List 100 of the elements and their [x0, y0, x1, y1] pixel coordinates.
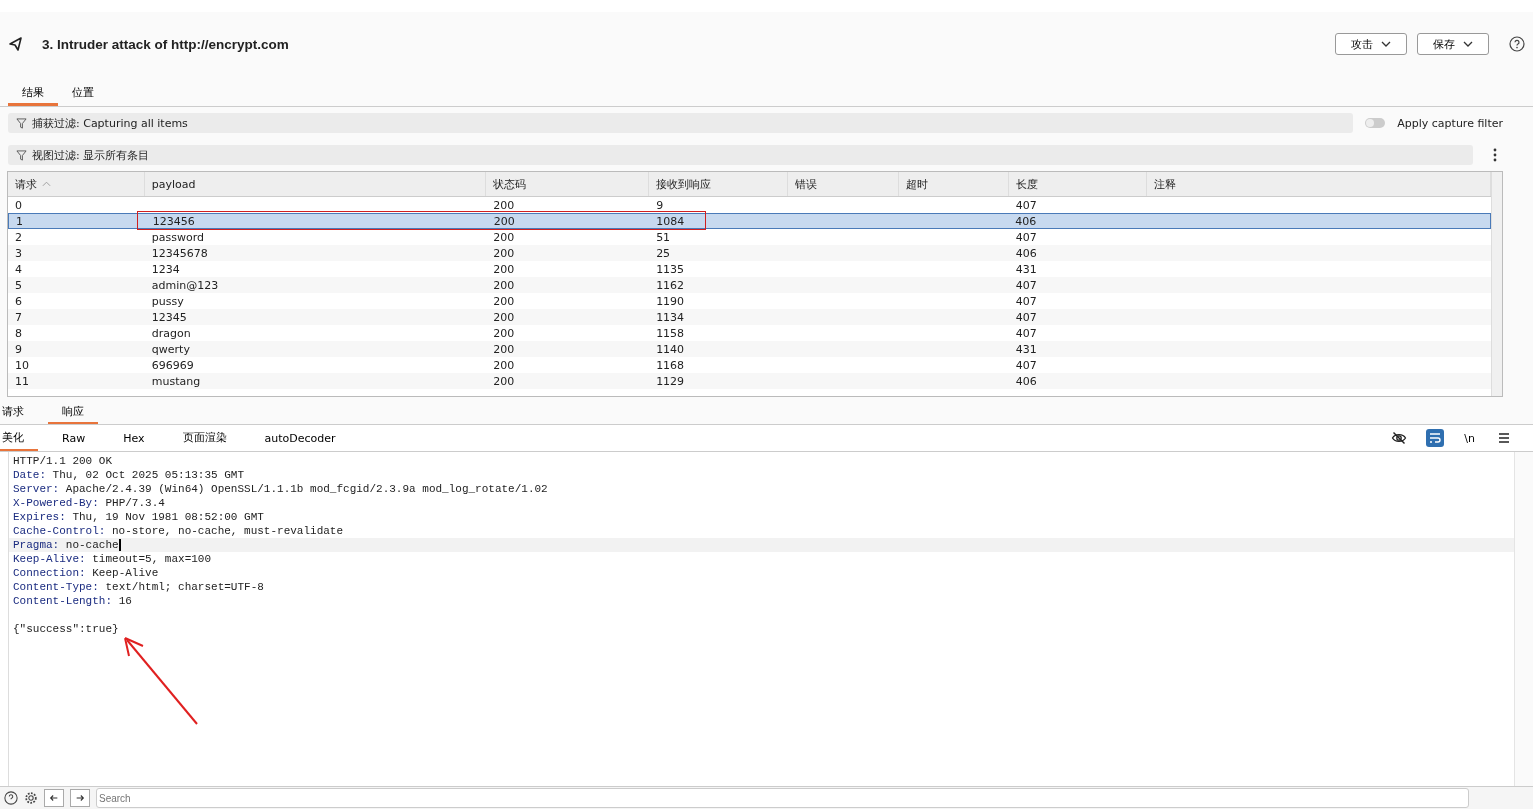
tab[interactable]: 页面渲染 [180, 430, 241, 451]
help-icon[interactable] [1509, 36, 1525, 52]
table-cell: 51 [656, 230, 671, 244]
table-row[interactable]: 9 qwerty 200 1140 431 [8, 341, 1491, 357]
table-cell: 10 [15, 358, 29, 372]
wrap-lines-icon[interactable] [1426, 429, 1445, 447]
newline-toggle[interactable]: \n [1462, 431, 1477, 445]
column-header[interactable]: 超时 [898, 172, 1009, 196]
table-cell: 25 [656, 246, 671, 260]
table-cell: 406 [1015, 246, 1037, 260]
table-cell: 4 [15, 262, 22, 276]
table-row[interactable]: 8 dragon 200 1158 407 [8, 325, 1491, 341]
table-row[interactable]: 4 1234 200 1135 431 [8, 261, 1491, 277]
code-line: Keep-Alive: timeout=5, max=100 [13, 552, 212, 566]
scrollbar[interactable] [1491, 172, 1502, 396]
table-row[interactable]: 7 12345 200 1134 407 [8, 309, 1491, 325]
code-line: HTTP/1.1 200 OK [13, 454, 113, 468]
tab[interactable]: 结果 [8, 84, 58, 106]
column-header[interactable]: 长度 [1008, 172, 1148, 196]
table-cell: 431 [1015, 262, 1037, 276]
table-cell: 200 [493, 246, 515, 260]
table-row[interactable]: 5 admin@123 200 1162 407 [8, 277, 1491, 293]
table-cell: 7 [15, 310, 22, 324]
table-cell: 1190 [656, 294, 685, 308]
back-button[interactable] [44, 789, 64, 807]
left-arrow-icon [49, 793, 59, 803]
tab[interactable]: 位置 [58, 84, 108, 106]
code-line: Connection: Keep-Alive [13, 566, 159, 580]
code-line: {"success":true} [13, 622, 119, 636]
table-row[interactable]: 11 mustang 200 1129 406 [8, 373, 1491, 389]
tab[interactable]: Hex [121, 432, 159, 451]
table-cell: admin@123 [151, 278, 219, 292]
window-title: 3. Intruder attack of http://encrypt.com [42, 36, 289, 52]
filter-icon [16, 149, 27, 161]
column-header[interactable]: 请求 [8, 172, 145, 196]
toggle-label: Apply capture filter [1397, 116, 1503, 130]
settings-icon[interactable] [24, 791, 38, 805]
table-cell: 3 [15, 246, 22, 260]
view-filter-bar[interactable]: 视图过滤: 显示所有条目 [8, 145, 1473, 165]
send-icon [8, 36, 24, 52]
table-cell: mustang [151, 374, 201, 388]
table-row[interactable]: 3 12345678 200 25 406 [8, 245, 1491, 261]
more-options-icon[interactable] [1493, 148, 1497, 162]
tab[interactable]: 请求 [0, 404, 38, 424]
table-row[interactable]: 2 password 200 51 407 [8, 229, 1491, 245]
table-cell: 1162 [656, 278, 685, 292]
scrollbar[interactable] [1514, 452, 1533, 786]
toggle-switch[interactable] [1365, 118, 1386, 128]
capture-filter-bar[interactable]: 捕获过滤: Capturing all items [8, 113, 1354, 133]
table-cell: 9 [656, 198, 664, 212]
filter-label: 视图过滤: 显示所有条目 [32, 147, 150, 163]
table-cell: 200 [493, 374, 515, 388]
table-row[interactable]: 0 200 9 407 [8, 197, 1491, 213]
table-row[interactable]: 1 123456 200 1084 406 [8, 213, 1491, 229]
table-row[interactable]: 6 pussy 200 1190 407 [8, 293, 1491, 309]
table-cell: 11 [15, 374, 29, 388]
table-cell: 407 [1015, 198, 1037, 212]
tab[interactable]: Raw [60, 432, 100, 451]
table-cell: 1134 [656, 310, 685, 324]
table-cell: 1135 [656, 262, 685, 276]
column-header[interactable]: payload [144, 172, 487, 196]
table-cell: 0 [15, 198, 22, 212]
table-cell: 12345 [151, 310, 187, 324]
table-row[interactable]: 10 696969 200 1168 407 [8, 357, 1491, 373]
table-cell: 1129 [656, 374, 685, 388]
right-arrow-icon [75, 793, 85, 803]
search-field[interactable]: Search [96, 788, 1469, 808]
forward-button[interactable] [70, 789, 90, 807]
table-cell: 200 [493, 230, 515, 244]
table-cell: 407 [1015, 278, 1037, 292]
tab[interactable]: autoDecoder [262, 432, 350, 451]
table-cell: 431 [1015, 342, 1037, 356]
dropdown-button[interactable]: 攻击 [1335, 33, 1407, 55]
table-cell: 696969 [151, 358, 194, 372]
table-cell: 12345678 [151, 246, 208, 260]
table-cell: 407 [1015, 230, 1037, 244]
help-icon[interactable] [4, 791, 18, 805]
column-header[interactable]: 错误 [787, 172, 899, 196]
filter-label: 捕获过滤: Capturing all items [32, 115, 188, 131]
column-header[interactable]: 接收到响应 [649, 172, 788, 196]
table-cell: 200 [493, 214, 515, 228]
table-cell: 1158 [656, 326, 685, 340]
column-header[interactable]: 状态码 [486, 172, 650, 196]
filter-icon [16, 117, 27, 129]
table-cell: 1168 [656, 358, 685, 372]
table-cell: dragon [151, 326, 191, 340]
table-cell: 200 [493, 326, 515, 340]
dropdown-button[interactable]: 保存 [1417, 33, 1489, 55]
table-cell: 407 [1015, 294, 1037, 308]
table-cell: 123456 [152, 214, 195, 228]
code-line: Expires: Thu, 19 Nov 1981 08:52:00 GMT [13, 510, 264, 524]
table-cell: 200 [493, 358, 515, 372]
code-line: X-Powered-By: PHP/7.3.4 [13, 496, 165, 510]
table-cell: 406 [1015, 214, 1037, 228]
table-cell: 2 [15, 230, 22, 244]
code-line: Pragma: no-cache [13, 538, 119, 552]
table-cell: pussy [151, 294, 184, 308]
code-line: Server: Apache/2.4.39 (Win64) OpenSSL/1.1.1b mod_fcgid/2.3.9a mod_log_rotate/1.02 [13, 482, 548, 496]
table-cell: 6 [15, 294, 22, 308]
caret-icon [1381, 41, 1391, 47]
